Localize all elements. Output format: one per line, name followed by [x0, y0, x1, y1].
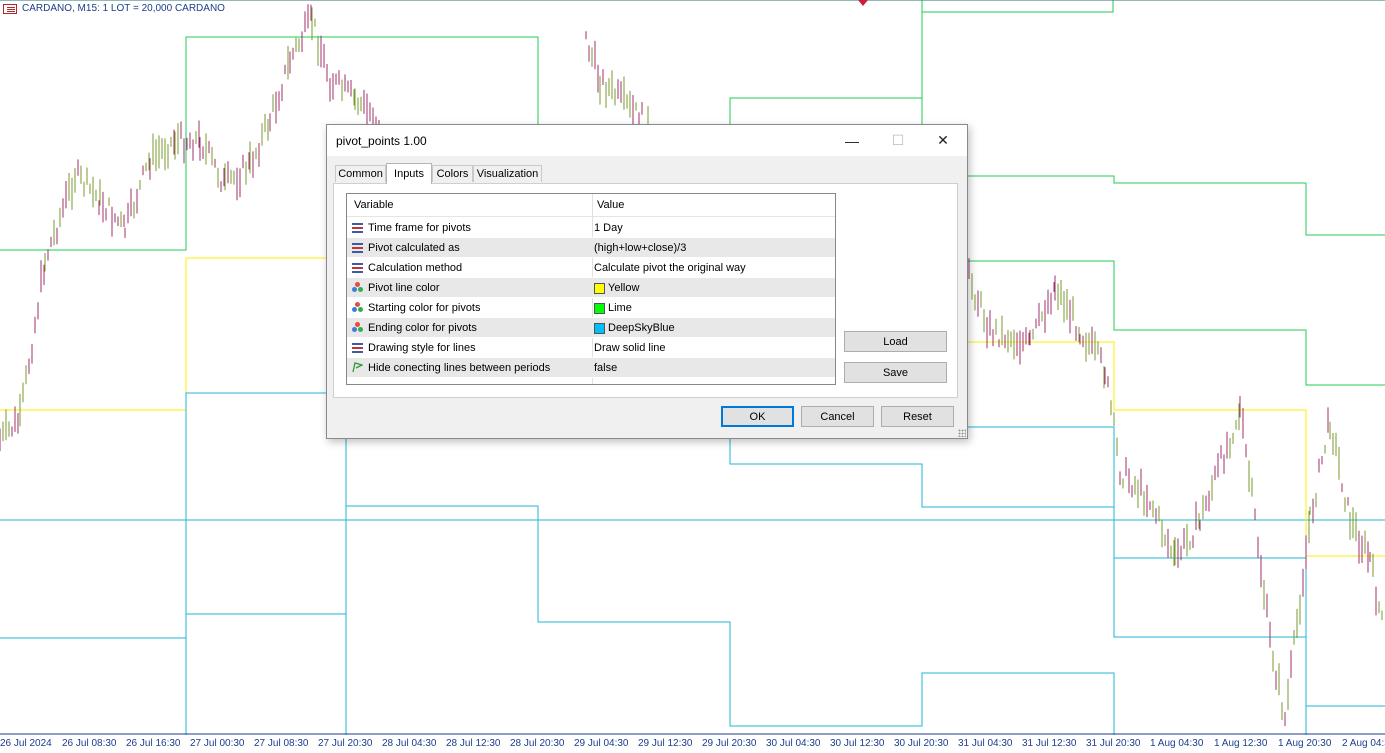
maximize-button: ☐: [875, 125, 921, 156]
row-variable: Starting color for pivots: [368, 302, 481, 314]
input-row-pivot-color[interactable]: Pivot line color Yellow: [347, 278, 835, 298]
inputs-panel: Variable Value Time frame for pivots 1 D…: [333, 183, 958, 398]
input-row-calc-method[interactable]: Calculation method Calculate pivot the o…: [347, 258, 835, 278]
symbol-flag-icon: [3, 3, 17, 14]
indicator-properties-dialog: pivot_points 1.00 — ☐ ✕ Common Inputs Co…: [326, 124, 968, 439]
close-button[interactable]: ✕: [920, 125, 966, 156]
time-axis-label: 30 Jul 20:30: [894, 738, 949, 749]
minimize-icon: —: [845, 132, 859, 149]
time-axis-label: 1 Aug 12:30: [1214, 738, 1268, 749]
reset-button[interactable]: Reset: [881, 406, 954, 427]
input-row-drawing-style[interactable]: Drawing style for lines Draw solid line: [347, 338, 835, 358]
load-button[interactable]: Load: [844, 331, 947, 352]
time-axis-label: 26 Jul 16:30: [126, 738, 181, 749]
row-value-text: Yellow: [608, 282, 640, 294]
time-axis-label: 28 Jul 04:30: [382, 738, 437, 749]
palette-icon: [352, 302, 363, 313]
lines-icon: [352, 242, 363, 253]
input-row-end-color[interactable]: Ending color for pivots DeepSkyBlue: [347, 318, 835, 338]
input-row-hide-lines[interactable]: Hide conecting lines between periods fal…: [347, 358, 835, 378]
cancel-button[interactable]: Cancel: [801, 406, 874, 427]
lines-icon: [352, 342, 363, 353]
column-header-value[interactable]: Value: [597, 199, 624, 211]
color-swatch: [594, 282, 605, 294]
row-value-text: false: [594, 362, 618, 374]
symbol-label: CARDANO, M15: 1 LOT = 20,000 CARDANO: [3, 3, 225, 14]
bool-icon: [352, 362, 363, 373]
lines-icon: [352, 262, 363, 273]
row-variable: Pivot line color: [368, 282, 440, 294]
input-row-time-frame[interactable]: Time frame for pivots 1 Day: [347, 218, 835, 238]
save-button[interactable]: Save: [844, 362, 947, 383]
row-value-text: Calculate pivot the original way: [594, 262, 746, 274]
input-row-start-color[interactable]: Starting color for pivots Lime: [347, 298, 835, 318]
dialog-titlebar[interactable]: pivot_points 1.00 — ☐ ✕: [327, 125, 967, 156]
palette-icon: [352, 322, 363, 333]
row-value-text: (high+low+close)/3: [594, 242, 687, 254]
row-value[interactable]: 1 Day: [594, 222, 623, 234]
tab-visualization[interactable]: Visualization: [473, 165, 542, 182]
row-variable: Drawing style for lines: [368, 342, 476, 354]
dialog-title: pivot_points 1.00: [336, 134, 427, 148]
color-swatch: [594, 322, 605, 334]
column-header-variable[interactable]: Variable: [354, 199, 394, 211]
row-variable: Hide conecting lines between periods: [368, 362, 551, 374]
tab-inputs-label: Inputs: [394, 168, 424, 180]
tab-colors[interactable]: Colors: [432, 165, 473, 182]
symbol-text: CARDANO, M15: 1 LOT = 20,000 CARDANO: [22, 3, 225, 14]
lines-icon: [352, 222, 363, 233]
color-swatch: [594, 302, 605, 314]
close-icon: ✕: [937, 132, 949, 148]
time-axis-label: 1 Aug 20:30: [1278, 738, 1332, 749]
row-value-text: Lime: [608, 302, 632, 314]
time-axis-label: 29 Jul 20:30: [702, 738, 757, 749]
row-value-text: DeepSkyBlue: [608, 322, 675, 334]
row-variable: Pivot calculated as: [368, 242, 460, 254]
time-axis-label: 28 Jul 20:30: [510, 738, 565, 749]
tab-inputs[interactable]: Inputs: [386, 163, 432, 184]
row-value-text: Draw solid line: [594, 342, 666, 354]
time-axis-label: 1 Aug 04:30: [1150, 738, 1204, 749]
time-axis: 26 Jul 2024 26 Jul 08:30 26 Jul 16:30 27 Ju…: [0, 734, 1385, 753]
tab-common-label: Common: [338, 168, 383, 180]
row-value[interactable]: Lime: [594, 302, 632, 314]
row-variable: Calculation method: [368, 262, 463, 274]
time-axis-label: 31 Jul 04:30: [958, 738, 1013, 749]
ok-button[interactable]: OK: [721, 406, 794, 427]
tab-colors-label: Colors: [436, 168, 469, 180]
row-value[interactable]: false: [594, 362, 617, 374]
time-axis-label: 31 Jul 20:30: [1086, 738, 1141, 749]
row-variable: Time frame for pivots: [368, 222, 471, 234]
tab-visualization-label: Visualization: [476, 168, 539, 180]
time-axis-label: 26 Jul 2024: [0, 738, 52, 749]
row-value[interactable]: Yellow: [594, 282, 639, 294]
resize-grip-icon[interactable]: [958, 429, 966, 437]
row-value[interactable]: Draw solid line: [594, 342, 666, 354]
palette-icon: [352, 282, 363, 293]
time-axis-label: 29 Jul 12:30: [638, 738, 693, 749]
row-value[interactable]: Calculate pivot the original way: [594, 262, 746, 274]
time-axis-label: 30 Jul 12:30: [830, 738, 885, 749]
row-value[interactable]: (high+low+close)/3: [594, 242, 686, 254]
inputs-grid: Variable Value Time frame for pivots 1 D…: [346, 193, 836, 385]
time-axis-label: 26 Jul 08:30: [62, 738, 117, 749]
row-variable: Ending color for pivots: [368, 322, 477, 334]
grid-header: Variable Value: [347, 194, 835, 217]
time-axis-label: 28 Jul 12:30: [446, 738, 501, 749]
minimize-button[interactable]: —: [829, 125, 875, 156]
row-value-text: 1 Day: [594, 222, 623, 234]
input-row-pivot-calc[interactable]: Pivot calculated as (high+low+close)/3: [347, 238, 835, 258]
time-axis-label: 30 Jul 04:30: [766, 738, 821, 749]
time-axis-label: 31 Jul 12:30: [1022, 738, 1077, 749]
row-value[interactable]: DeepSkyBlue: [594, 322, 675, 334]
time-axis-label: 27 Jul 20:30: [318, 738, 373, 749]
time-axis-label: 29 Jul 04:30: [574, 738, 629, 749]
time-axis-label: 2 Aug 04:30: [1342, 738, 1385, 749]
time-axis-label: 27 Jul 00:30: [190, 738, 245, 749]
maximize-icon: ☐: [891, 132, 905, 148]
tab-common[interactable]: Common: [335, 165, 386, 182]
time-axis-label: 27 Jul 08:30: [254, 738, 309, 749]
